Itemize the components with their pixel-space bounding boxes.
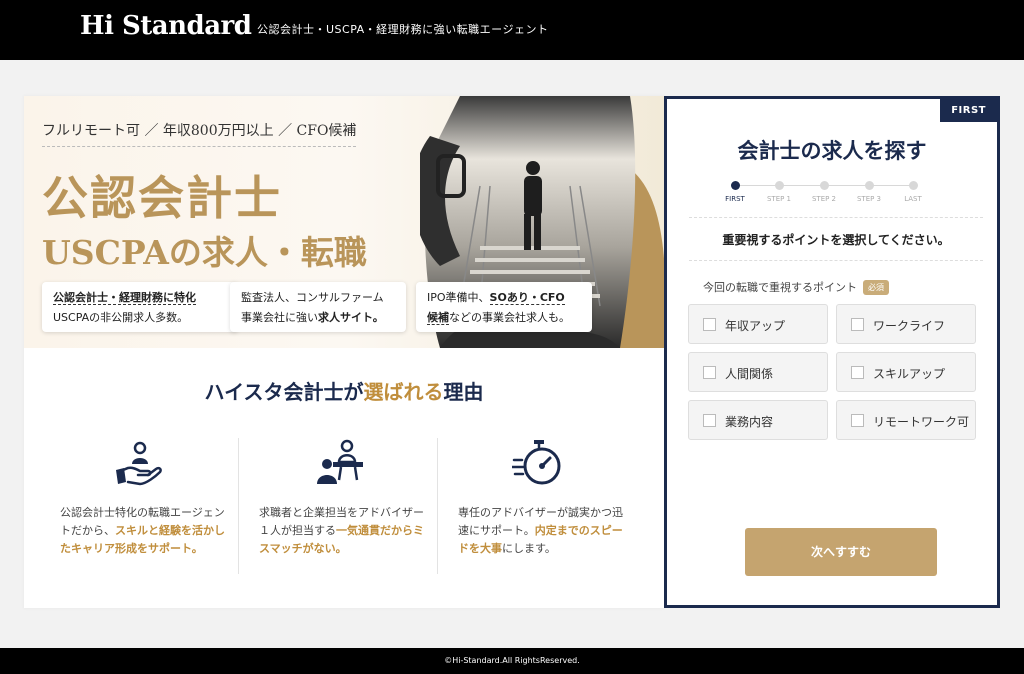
option-salary-up[interactable]: 年収アップ [688, 304, 828, 344]
feature-text: などの事業会社求人も。 [449, 311, 570, 324]
checkbox[interactable] [851, 318, 864, 331]
feature-highlight: 候補 [427, 311, 449, 325]
feature-text: 監査法人、コンサルファーム [241, 291, 384, 304]
site-header: Hi Standard 公認会計士・USCPA・経理財務に強い転職エージェント [0, 0, 1024, 60]
checkbox[interactable] [851, 414, 864, 427]
hero-title-sub: USCPAの求人・転職 [42, 233, 367, 272]
panel-title: 会計士の求人を探す [737, 139, 927, 163]
checkbox[interactable] [703, 414, 716, 427]
feature-heading: 公認会計士・経理財務に特化 [53, 291, 196, 305]
reason-item: 公認会計士特化の転職エージェントだから、スキルと経験を活かしたキャリア形成をサポ… [40, 438, 240, 578]
step-badge: FIRST [940, 99, 997, 122]
step-1: STEP 1 [759, 181, 799, 203]
feature-text: USCPAの非公開求人多数。 [53, 311, 189, 324]
hero-subheading: フルリモート可 ／ 年収800万円以上 ／ CFO候補 [42, 120, 357, 147]
required-badge: 必須 [863, 280, 889, 295]
step-dot [864, 181, 874, 190]
option-job-content[interactable]: 業務内容 [688, 400, 828, 440]
reason-text: 求職者と企業担当をアドバイザー１人が担当する一気通貫だからミスマッチがない。 [259, 506, 424, 555]
copyright-text: ©Hi-Standard.All RightsReserved. [444, 656, 580, 665]
checkbox[interactable] [851, 366, 864, 379]
step-first: FIRST [715, 181, 755, 203]
step-2: STEP 2 [804, 181, 844, 203]
step-dot [908, 181, 918, 190]
feature-highlight: SOあり・CFO [489, 291, 565, 305]
hand-person-icon [116, 441, 162, 486]
question-label: 今回の転職で重視するポイント 必須 [703, 279, 889, 295]
step-dot [819, 181, 829, 190]
feature-card: 監査法人、コンサルファーム 事業会社に強い求人サイト。 [230, 282, 406, 332]
step-dot [730, 181, 740, 190]
speed-stopwatch-icon [512, 440, 561, 485]
checkbox[interactable] [703, 366, 716, 379]
advisor-meeting-icon [317, 439, 363, 484]
feature-card: 公認会計士・経理財務に特化 USCPAの非公開求人多数。 [42, 282, 238, 332]
instruction-text: 重要視するポイントを選択してください。 [689, 217, 983, 261]
step-3: STEP 3 [849, 181, 889, 203]
option-skill-up[interactable]: スキルアップ [836, 352, 976, 392]
feature-text: 事業会社に強い [241, 311, 318, 324]
header-tagline: 公認会計士・USCPA・経理財務に強い転職エージェント [257, 23, 549, 36]
hero-banner: フルリモート可 ／ 年収800万円以上 ／ CFO候補 公認会計士 USCPAの… [24, 96, 664, 348]
main-content: フルリモート可 ／ 年収800万円以上 ／ CFO候補 公認会計士 USCPAの… [24, 96, 664, 608]
option-work-life[interactable]: ワークライフ [836, 304, 976, 344]
section-heading: ハイスタ会計士が選ばれる理由 [204, 380, 484, 404]
option-remote-work[interactable]: リモートワーク可 [836, 400, 976, 440]
step-dot [774, 181, 784, 190]
site-logo[interactable]: Hi Standard [80, 11, 252, 41]
feature-highlight: 求人サイト。 [318, 311, 384, 324]
feature-card: IPO準備中、SOあり・CFO 候補などの事業会社求人も。 [416, 282, 592, 332]
option-relationships[interactable]: 人間関係 [688, 352, 828, 392]
feature-text: IPO準備中、 [427, 291, 490, 304]
reason-item: 求職者と企業担当をアドバイザー１人が担当する一気通貫だからミスマッチがない。 [239, 438, 439, 578]
site-footer: ©Hi-Standard.All RightsReserved. [0, 648, 1024, 674]
reason-item: 専任のアドバイザーが誠実かつ迅速にサポート。内定までのスピードを大事にします。 [438, 438, 638, 578]
hero-title: 公認会計士 [42, 171, 282, 225]
job-search-panel: FIRST 会計士の求人を探す FIRST STEP 1 STEP 2 STEP… [664, 96, 1000, 608]
checkbox[interactable] [703, 318, 716, 331]
step-progress: FIRST STEP 1 STEP 2 STEP 3 LAST [725, 181, 945, 205]
reason-text: 公認会計士特化の転職エージェントだから、スキルと経験を活かしたキャリア形成をサポ… [60, 506, 225, 555]
reason-text: 専任のアドバイザーが誠実かつ迅速にサポート。内定までのスピードを大事にします。 [458, 506, 623, 555]
step-last: LAST [893, 181, 933, 203]
next-button[interactable]: 次へすすむ [745, 528, 937, 576]
